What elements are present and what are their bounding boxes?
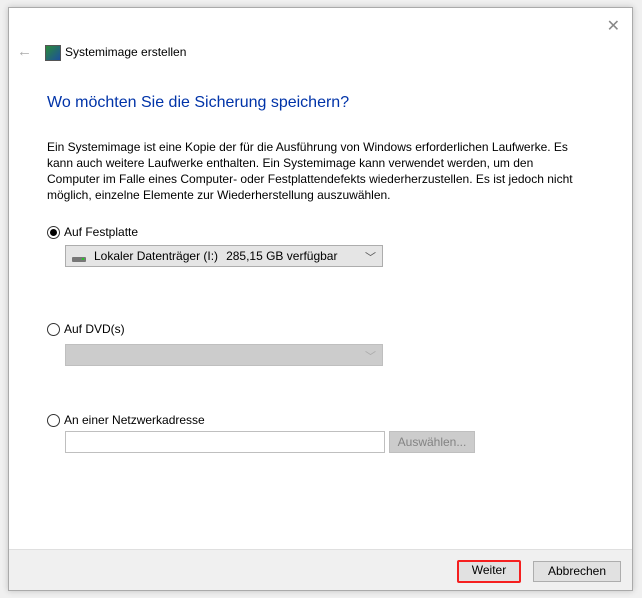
page-heading: Wo möchten Sie die Sicherung speichern? bbox=[47, 94, 350, 111]
description-text: Ein Systemimage ist eine Kopie der für d… bbox=[47, 140, 573, 202]
radio-button-selected[interactable] bbox=[47, 225, 60, 239]
dialog-footer: Weiter Abbrechen bbox=[9, 549, 632, 590]
browse-button[interactable]: Auswählen... bbox=[389, 431, 475, 453]
dvd-select[interactable]: ﹀ bbox=[65, 344, 383, 366]
chevron-down-icon: ﹀ bbox=[365, 351, 376, 363]
radio-button[interactable] bbox=[47, 413, 60, 427]
drive-name: Lokaler Datenträger (I:) bbox=[94, 249, 219, 263]
radio-button[interactable] bbox=[47, 322, 60, 336]
radio-dvd[interactable]: Auf DVD(s) bbox=[47, 322, 125, 336]
window-title: Systemimage erstellen bbox=[65, 45, 187, 59]
drive-select[interactable]: Lokaler Datenträger (I:) 285,15 GB verfü… bbox=[65, 245, 383, 267]
dialog-window: ✕ ← Systemimage erstellen Wo möchten Sie… bbox=[8, 7, 633, 591]
radio-label: An einer Netzwerkadresse bbox=[64, 413, 205, 427]
drive-icon bbox=[72, 256, 86, 262]
radio-hard-disk[interactable]: Auf Festplatte bbox=[47, 225, 138, 239]
radio-network[interactable]: An einer Netzwerkadresse bbox=[47, 413, 205, 427]
radio-label: Auf DVD(s) bbox=[64, 322, 125, 336]
next-button[interactable]: Weiter bbox=[457, 560, 521, 583]
cancel-button[interactable]: Abbrechen bbox=[533, 561, 621, 582]
system-image-icon bbox=[45, 45, 61, 61]
chevron-down-icon: ﹀ bbox=[365, 252, 376, 264]
network-address-input[interactable] bbox=[65, 431, 385, 453]
drive-free-space: 285,15 GB verfügbar bbox=[226, 249, 338, 263]
radio-label: Auf Festplatte bbox=[64, 225, 139, 239]
close-icon[interactable]: ✕ bbox=[607, 16, 620, 36]
back-arrow-icon[interactable]: ← bbox=[17, 43, 32, 60]
